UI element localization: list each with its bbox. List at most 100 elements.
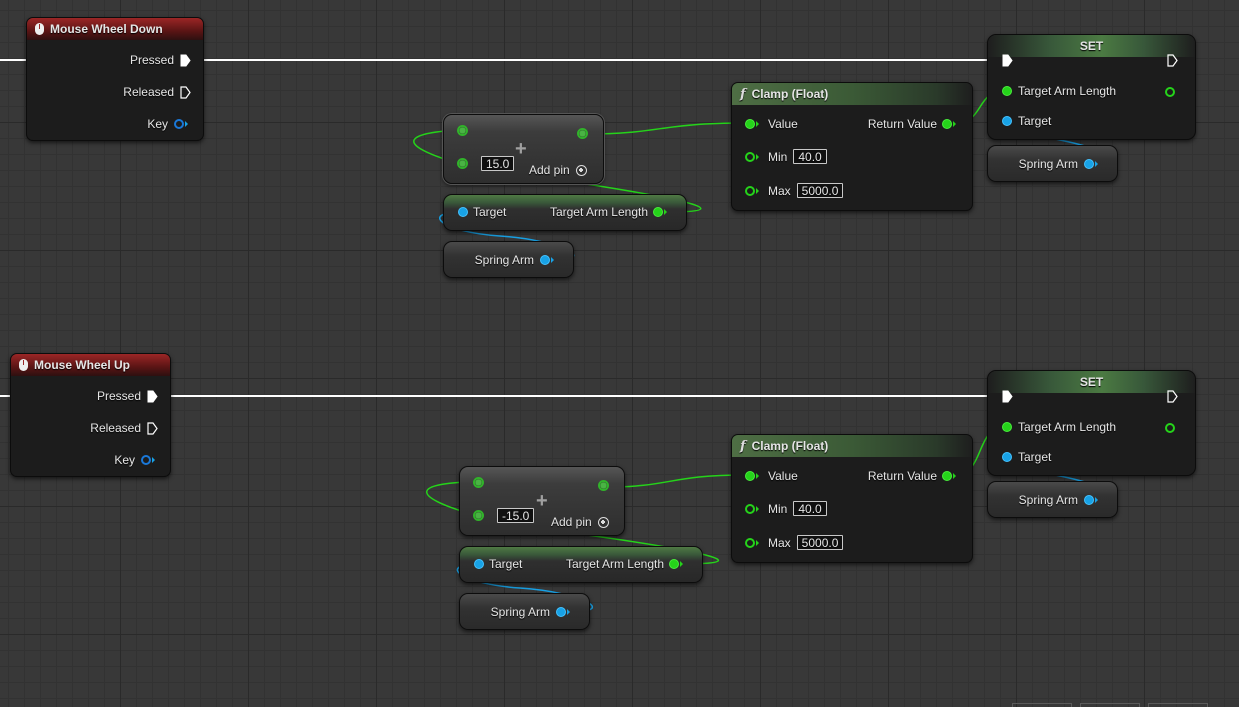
add-input-b-pin[interactable] <box>457 158 468 169</box>
getter-output-pin[interactable] <box>669 559 679 569</box>
event-node-mouse-wheel-up[interactable]: Mouse Wheel Up Pressed Released Key <box>10 353 171 477</box>
pin-arrow <box>185 121 191 127</box>
add-output-pin[interactable] <box>577 128 588 139</box>
pin-arrow <box>953 473 959 479</box>
spring-arm-var-node[interactable]: Spring Arm <box>987 145 1118 182</box>
set-target-arm-length-node[interactable]: SET Target Arm Length Target <box>987 370 1196 476</box>
getter-target-row: Target <box>458 205 506 219</box>
add-value-input[interactable]: 15.0 <box>481 156 515 171</box>
add-pin-label: Add pin <box>551 515 592 529</box>
set-header: SET <box>988 371 1195 393</box>
spring-arm-var-node[interactable]: Spring Arm <box>459 593 590 630</box>
key-pin[interactable] <box>141 455 151 465</box>
bottom-overlay-fragment <box>1080 703 1140 707</box>
mouse-icon <box>19 359 28 371</box>
blueprint-graph[interactable]: Mouse Wheel Down Pressed Released Key + … <box>0 0 1239 707</box>
key-label: Key <box>114 453 135 467</box>
var-output-pin[interactable] <box>556 607 566 617</box>
set-length-pin[interactable] <box>1002 422 1012 432</box>
exec-pin-icon[interactable] <box>180 54 191 67</box>
get-target-arm-length-node[interactable]: Target Target Arm Length <box>459 546 703 583</box>
clamp-header: f Clamp (Float) <box>732 83 972 105</box>
key-row: Key <box>147 117 191 131</box>
clamp-return-pin[interactable] <box>942 119 952 129</box>
set-length-row: Target Arm Length <box>1002 420 1116 434</box>
getter-target-row: Target <box>474 557 522 571</box>
exec-pin-icon[interactable] <box>147 390 158 403</box>
function-icon: f <box>740 438 746 454</box>
clamp-max-input[interactable]: 5000.0 <box>796 183 844 198</box>
exec-pin-icon[interactable] <box>1167 54 1178 67</box>
set-target-pin[interactable] <box>1002 452 1012 462</box>
clamp-max-pin[interactable] <box>745 185 755 196</box>
clamp-value-row: Value <box>745 117 798 131</box>
set-length-label: Target Arm Length <box>1018 84 1117 98</box>
set-output-pin[interactable] <box>1165 423 1175 433</box>
spring-arm-var-node[interactable]: Spring Arm <box>443 241 574 278</box>
exec-pin-icon[interactable] <box>1002 390 1013 403</box>
set-output-pin[interactable] <box>1165 87 1175 97</box>
pin-arrow <box>680 561 686 567</box>
var-label: Spring Arm <box>1018 493 1078 507</box>
clamp-return-label: Return Value <box>867 469 937 483</box>
clamp-min-input[interactable]: 40.0 <box>793 149 827 164</box>
spring-arm-var-node[interactable]: Spring Arm <box>987 481 1118 518</box>
key-pin[interactable] <box>174 119 184 129</box>
clamp-float-node[interactable]: f Clamp (Float) Value Return Value Min 4… <box>731 434 973 563</box>
clamp-min-pin[interactable] <box>745 503 755 514</box>
clamp-float-node[interactable]: f Clamp (Float) Value Return Value Min 4… <box>731 82 973 211</box>
clamp-value-pin[interactable] <box>745 471 755 481</box>
set-target-arm-length-node[interactable]: SET Target Arm Length Target <box>987 34 1196 140</box>
add-pin-icon <box>575 164 587 176</box>
exec-pin-icon[interactable] <box>180 85 191 99</box>
clamp-header: f Clamp (Float) <box>732 435 972 457</box>
clamp-value-pin[interactable] <box>745 119 755 129</box>
add-input-a-pin[interactable] <box>473 477 484 488</box>
add-node[interactable]: + 15.0 Add pin <box>443 114 604 184</box>
clamp-min-input[interactable]: 40.0 <box>793 501 827 516</box>
exec-pin-icon[interactable] <box>147 421 158 435</box>
getter-output-row: Target Arm Length <box>566 557 686 571</box>
pin-arrow <box>567 609 573 615</box>
var-row: Spring Arm <box>1019 493 1101 507</box>
bottom-overlay-fragment <box>1148 703 1208 707</box>
add-value-input[interactable]: -15.0 <box>497 508 535 523</box>
set-length-pin[interactable] <box>1002 86 1012 96</box>
var-output-pin[interactable] <box>1084 495 1094 505</box>
getter-output-pin[interactable] <box>653 207 663 217</box>
add-node[interactable]: + -15.0 Add pin <box>459 466 625 536</box>
getter-output-label: Target Arm Length <box>549 205 648 219</box>
set-target-label: Target <box>1018 450 1052 464</box>
add-input-a-pin[interactable] <box>457 125 468 136</box>
set-target-row: Target <box>1002 450 1051 464</box>
getter-target-label: Target <box>489 557 523 571</box>
pin-arrow <box>756 505 762 512</box>
add-input-b-pin[interactable] <box>473 510 484 521</box>
add-output-pin[interactable] <box>598 480 609 491</box>
clamp-value-row: Value <box>745 469 798 483</box>
clamp-return-label: Return Value <box>867 117 937 131</box>
exec-pin-icon[interactable] <box>1002 54 1013 67</box>
exec-pin-icon[interactable] <box>1167 390 1178 403</box>
clamp-value-label: Value <box>768 117 798 131</box>
function-icon: f <box>740 86 746 102</box>
set-target-pin[interactable] <box>1002 116 1012 126</box>
getter-target-pin[interactable] <box>474 559 484 569</box>
var-output-pin[interactable] <box>540 255 550 265</box>
clamp-max-input[interactable]: 5000.0 <box>796 535 844 550</box>
getter-output-row: Target Arm Length <box>550 205 670 219</box>
set-title: SET <box>1079 39 1104 53</box>
clamp-min-pin[interactable] <box>745 151 755 162</box>
var-output-pin[interactable] <box>1084 159 1094 169</box>
clamp-min-row: Min 40.0 <box>745 149 827 164</box>
released-row: Released <box>90 421 158 435</box>
clamp-max-pin[interactable] <box>745 537 755 548</box>
pin-arrow <box>756 153 762 160</box>
get-target-arm-length-node[interactable]: Target Target Arm Length <box>443 194 687 231</box>
getter-target-pin[interactable] <box>458 207 468 217</box>
pin-arrow <box>756 121 762 127</box>
add-pin-button[interactable]: Add pin <box>551 515 609 529</box>
clamp-return-pin[interactable] <box>942 471 952 481</box>
event-node-mouse-wheel-down[interactable]: Mouse Wheel Down Pressed Released Key <box>26 17 204 141</box>
add-pin-button[interactable]: Add pin <box>529 163 587 177</box>
